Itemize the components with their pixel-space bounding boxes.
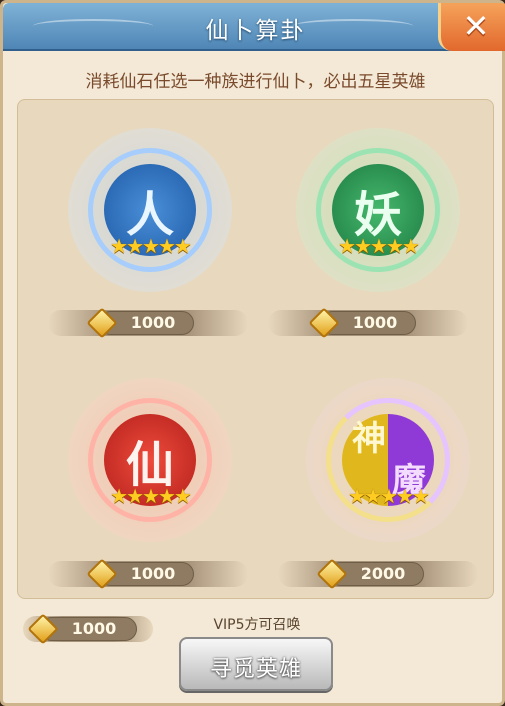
star-icon: ★★★★★ xyxy=(348,484,430,508)
summon-dialog: 仙卜算卦 ✕ 消耗仙石任选一种族进行仙卜，必出五星英雄 人 ★★★★★ 妖 ★★… xyxy=(0,0,505,706)
cost-god-mo: 2000 xyxy=(316,558,424,590)
cost-value: 1000 xyxy=(130,564,176,583)
close-button[interactable]: ✕ xyxy=(438,3,505,51)
cost-human: 1000 xyxy=(86,307,194,339)
vip-requirement-note: VIP5方可召唤 xyxy=(213,617,301,633)
cost-value: 1000 xyxy=(352,313,398,332)
race-card-immortal[interactable]: 仙 ★★★★★ xyxy=(50,368,250,588)
race-card-god-mo[interactable]: 神 魔 ★★★★★ xyxy=(288,368,488,588)
balance-display: 1000 xyxy=(27,613,137,645)
star-icon: ★★★★★ xyxy=(110,484,192,508)
race-glyph-god: 神 xyxy=(352,419,386,459)
summon-hero-label: 寻觅英雄 xyxy=(209,657,302,682)
star-icon: ★★★★★ xyxy=(110,234,192,258)
cost-value: 2000 xyxy=(360,564,406,583)
cost-value: 1000 xyxy=(130,313,176,332)
title-bar: 仙卜算卦 ✕ xyxy=(3,3,505,51)
balance-value: 1000 xyxy=(71,619,117,638)
race-card-human[interactable]: 人 ★★★★★ xyxy=(50,118,250,338)
subtitle-text: 消耗仙石任选一种族进行仙卜，必出五星英雄 xyxy=(85,72,426,92)
cost-demon: 1000 xyxy=(308,307,416,339)
star-icon: ★★★★★ xyxy=(338,234,420,258)
dialog-title: 仙卜算卦 xyxy=(205,18,306,44)
race-card-demon[interactable]: 妖 ★★★★★ xyxy=(278,118,478,338)
close-icon: ✕ xyxy=(462,7,490,45)
cost-immortal: 1000 xyxy=(86,558,194,590)
race-selection-area: 人 ★★★★★ 妖 ★★★★★ 1000 1000 仙 ★★★★★ 神 魔 ★★… xyxy=(17,99,494,599)
summon-hero-button[interactable]: 寻觅英雄 xyxy=(179,637,333,691)
